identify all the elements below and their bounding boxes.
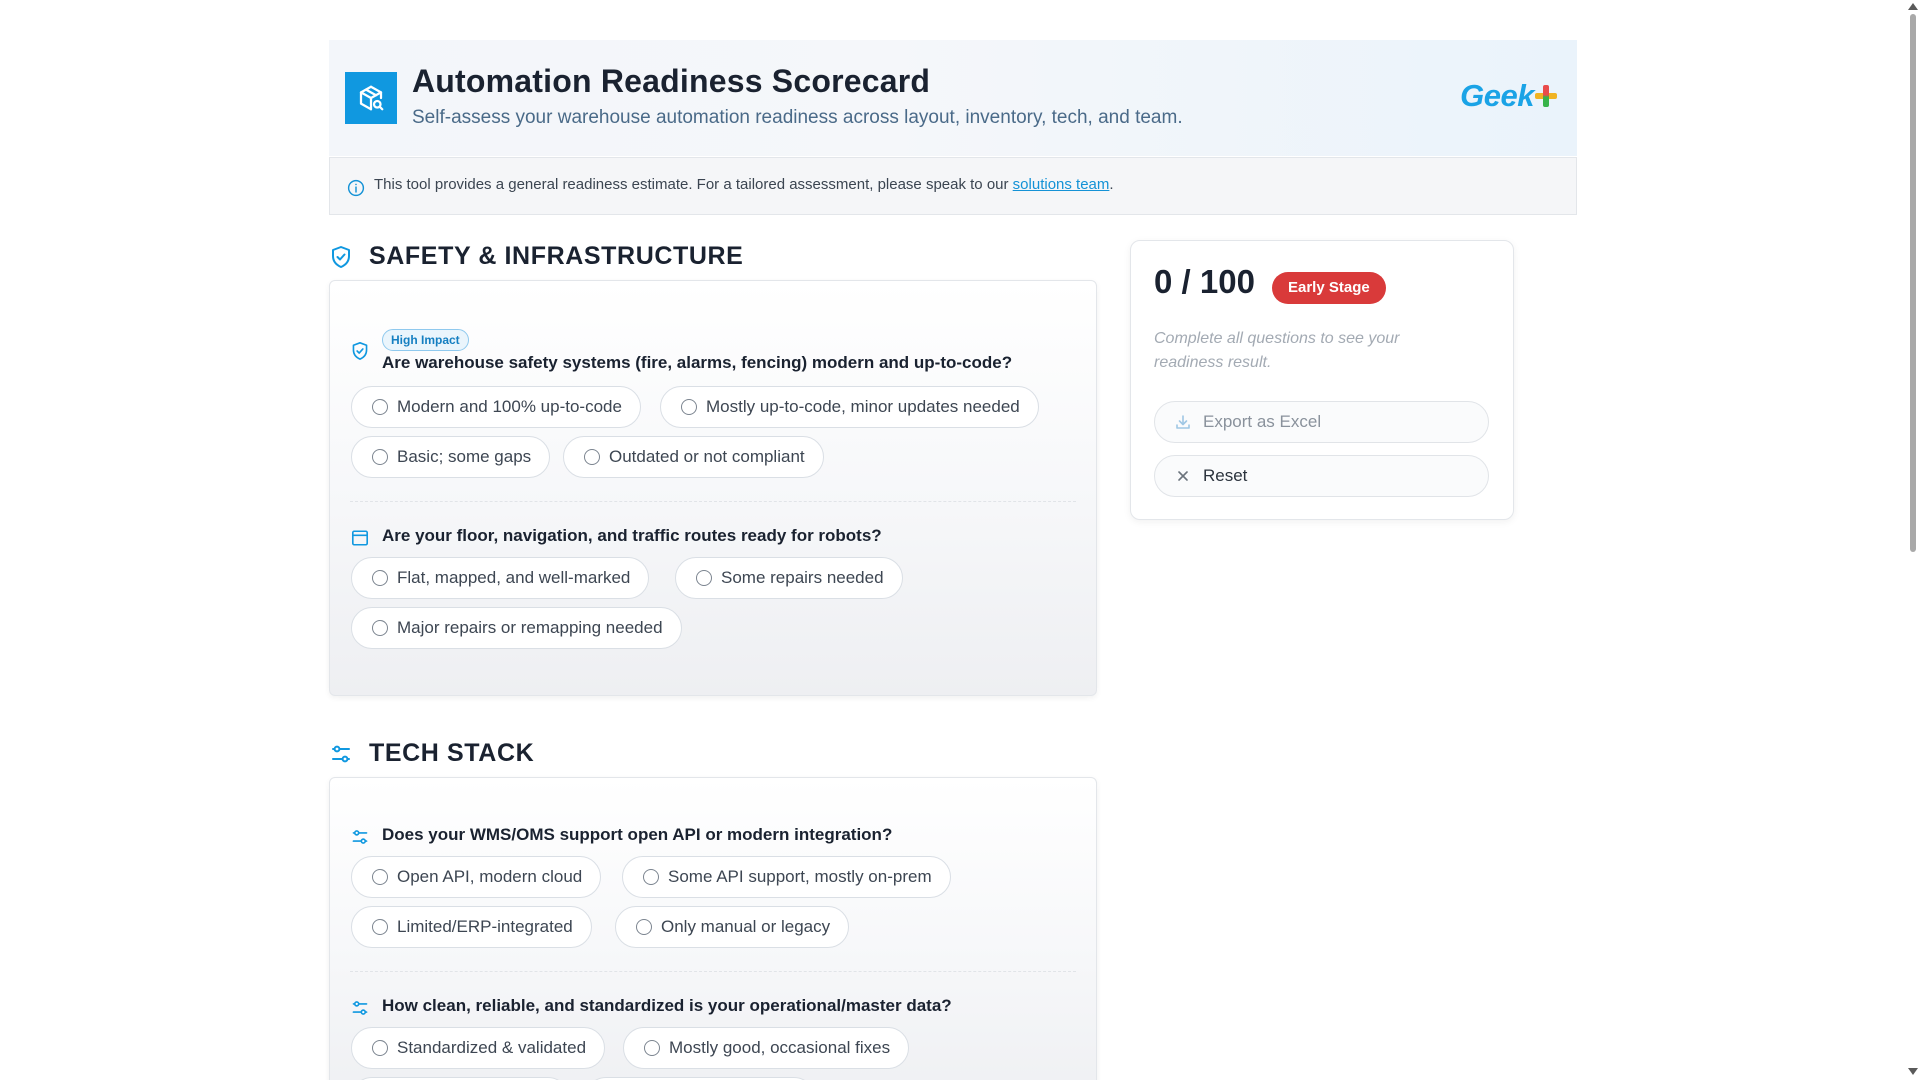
notice-text: This tool provides a general readiness e… [374, 176, 1114, 193]
page-scrollbar[interactable] [1904, 0, 1920, 1080]
option-radio[interactable]: Mostly up-to-code, minor updates needed [660, 386, 1039, 428]
solutions-team-link[interactable]: solutions team [1013, 176, 1110, 193]
radio-circle[interactable] [372, 449, 388, 465]
option-radio[interactable]: Modern and 100% up-to-code [351, 386, 641, 428]
question-divider [350, 971, 1076, 972]
brand-plus-icon [1535, 85, 1557, 107]
option-label: Limited/ERP-integrated [397, 917, 573, 936]
scroll-thumb[interactable] [1910, 14, 1916, 552]
question-wms-api: Does your WMS/OMS support open API or mo… [350, 823, 1078, 853]
section-card-tech-stack: Does your WMS/OMS support open API or mo… [329, 777, 1097, 1080]
option-radio[interactable]: Only manual or legacy [615, 906, 850, 948]
radio-circle[interactable] [584, 449, 600, 465]
question-master-data: How clean, reliable, and standardized is… [350, 994, 1078, 1024]
package-search-icon [345, 72, 397, 124]
radio-circle[interactable] [644, 1040, 660, 1056]
section-title: TECH STACK [369, 739, 535, 767]
radio-circle[interactable] [372, 570, 388, 586]
radio-circle[interactable] [372, 1040, 388, 1056]
option-radio[interactable]: Limited/ERP-integrated [351, 906, 592, 948]
radio-circle[interactable] [372, 399, 388, 415]
radio-circle[interactable] [372, 919, 388, 935]
option-radio[interactable]: Basic; some gaps [351, 436, 551, 478]
option-radio[interactable]: Major repairs or remapping needed [351, 607, 682, 649]
option-radio[interactable]: Some API support, mostly on-prem [622, 856, 951, 898]
score-panel: 0 / 100 Early Stage Complete all questio… [1130, 240, 1514, 520]
scroll-up-arrow-icon[interactable] [1908, 3, 1918, 10]
download-icon [1175, 414, 1191, 430]
export-excel-button[interactable]: Export as Excel [1154, 401, 1489, 443]
radio-circle[interactable] [643, 869, 659, 885]
option-radio[interactable]: Open API, modern cloud [351, 856, 602, 898]
option-label: Some API support, mostly on-prem [668, 867, 932, 886]
question-text: Are warehouse safety systems (fire, alar… [382, 353, 1013, 372]
info-notice: This tool provides a general readiness e… [329, 157, 1577, 215]
option-label: Only manual or legacy [661, 917, 831, 936]
shield-check-icon [329, 245, 353, 269]
sliders-icon [329, 742, 353, 766]
layout-icon [350, 528, 370, 548]
brand-logo: Geek [1460, 78, 1557, 114]
sliders-icon [350, 998, 370, 1018]
section-card-safety: High Impact Are warehouse safety systems… [329, 280, 1097, 696]
option-radio[interactable]: Mostly good, occasional fixes [623, 1027, 910, 1069]
close-icon [1175, 468, 1191, 484]
score-note: Complete all questions to see your readi… [1154, 330, 1400, 371]
radio-circle[interactable] [636, 919, 652, 935]
radio-circle[interactable] [696, 570, 712, 586]
option-radio[interactable]: Flat, mapped, and well-marked [351, 557, 650, 599]
score-value: 0 / 100 [1154, 263, 1255, 300]
sliders-icon [350, 827, 370, 847]
reset-button[interactable]: Reset [1154, 455, 1489, 497]
section-title: SAFETY & INFRASTRUCTURE [369, 242, 744, 270]
option-radio[interactable]: Standardized & validated [351, 1027, 606, 1069]
reset-label: Reset [1203, 466, 1248, 485]
brand-wordmark: Geek [1460, 78, 1534, 113]
export-label: Export as Excel [1203, 412, 1322, 431]
radio-circle[interactable] [372, 869, 388, 885]
section-heading-safety: SAFETY & INFRASTRUCTURE [329, 242, 743, 271]
question-text: Are your floor, navigation, and traffic … [382, 526, 882, 545]
option-label: Flat, mapped, and well-marked [397, 568, 631, 587]
page-subtitle: Self-assess your warehouse automation re… [412, 107, 1183, 128]
question-text: Does your WMS/OMS support open API or mo… [382, 825, 893, 844]
notice-body: This tool provides a general readiness e… [374, 176, 1013, 193]
option-label: Some repairs needed [721, 568, 884, 587]
page-title: Automation Readiness Scorecard [412, 63, 931, 99]
option-radio[interactable]: Some repairs needed [675, 557, 903, 599]
option-label: Open API, modern cloud [397, 867, 583, 886]
scroll-down-arrow-icon[interactable] [1908, 1068, 1918, 1075]
shield-check-icon [350, 341, 370, 361]
radio-circle[interactable] [681, 399, 697, 415]
stage-badge: Early Stage [1272, 272, 1386, 304]
option-label: Mostly up-to-code, minor updates needed [706, 397, 1020, 416]
option-label: Modern and 100% up-to-code [397, 397, 622, 416]
radio-circle[interactable] [372, 620, 388, 636]
option-label: Basic; some gaps [397, 447, 532, 466]
page: Automation Readiness Scorecard Self-asse… [0, 0, 1920, 1080]
question-divider [350, 501, 1076, 502]
info-icon [347, 179, 365, 202]
question-floor-navigation: Are your floor, navigation, and traffic … [350, 524, 1078, 554]
header-banner: Automation Readiness Scorecard Self-asse… [329, 40, 1577, 156]
option-label: Major repairs or remapping needed [397, 618, 663, 637]
section-heading-tech-stack: TECH STACK [329, 739, 534, 768]
option-label: Outdated or not compliant [609, 447, 805, 466]
high-impact-badge: High Impact [382, 329, 469, 351]
option-label: Standardized & validated [397, 1038, 587, 1057]
notice-end: . [1109, 176, 1114, 193]
option-radio[interactable]: Outdated or not compliant [563, 436, 824, 478]
question-text: How clean, reliable, and standardized is… [382, 996, 952, 1015]
option-label: Mostly good, occasional fixes [669, 1038, 891, 1057]
